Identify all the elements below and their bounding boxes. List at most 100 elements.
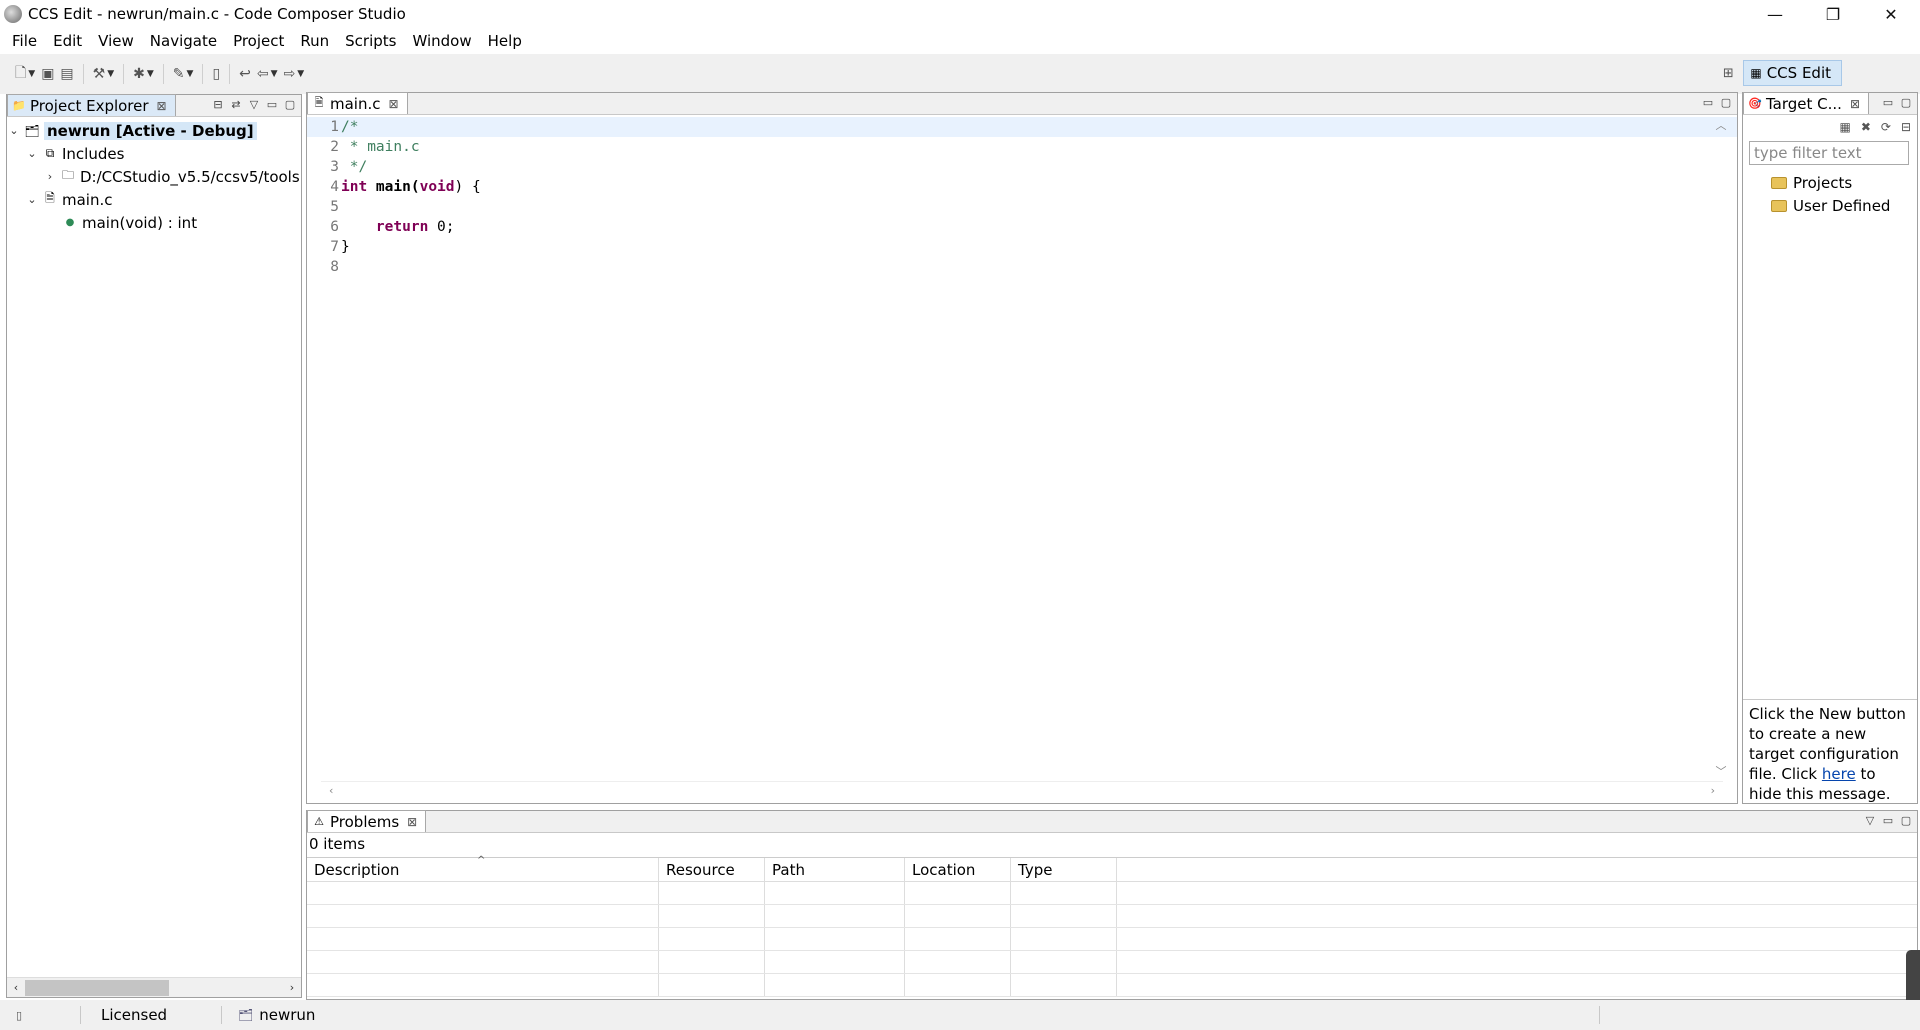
debug-dropdown-icon[interactable]: ▼ bbox=[147, 69, 154, 79]
tab-main-c[interactable]: 🗎 main.c ⊠ bbox=[307, 92, 408, 114]
close-icon[interactable]: ⊠ bbox=[389, 97, 399, 111]
build-dropdown-icon[interactable]: ▼ bbox=[107, 69, 114, 79]
code-line[interactable]: 4 int main(void) { bbox=[307, 177, 1737, 197]
menu-file[interactable]: File bbox=[4, 28, 45, 54]
new-button[interactable]: 🗋 ▼ bbox=[12, 62, 38, 86]
close-icon[interactable]: ⊠ bbox=[407, 815, 417, 829]
function-name: main( bbox=[367, 179, 420, 195]
collapse-all-icon[interactable]: ⊟ bbox=[1901, 120, 1911, 134]
code-line[interactable]: 5 bbox=[307, 197, 1737, 217]
fast-view-icon[interactable]: ▯ bbox=[16, 1008, 30, 1022]
last-edit-button[interactable]: ↩ bbox=[236, 62, 254, 86]
problems-table: Description ^ Resource Path Location Type bbox=[307, 855, 1917, 999]
scroll-right-icon[interactable]: › bbox=[283, 981, 301, 994]
new-dropdown-icon[interactable]: ▼ bbox=[28, 69, 35, 79]
code-line[interactable]: 2 * main.c bbox=[307, 137, 1737, 157]
code-line[interactable]: 6 return 0; bbox=[307, 217, 1737, 237]
link-icon[interactable]: ⟳ bbox=[1881, 120, 1891, 134]
maximize-icon[interactable]: ▢ bbox=[1899, 813, 1913, 827]
scroll-up-icon[interactable]: ︿ bbox=[1716, 117, 1727, 133]
code-line[interactable]: 8 bbox=[307, 257, 1737, 277]
tree-item-projects[interactable]: Projects bbox=[1743, 171, 1917, 194]
chevron-down-icon[interactable]: ⌄ bbox=[25, 147, 39, 160]
link-editor-icon[interactable]: ⇄ bbox=[229, 97, 243, 111]
column-resource[interactable]: Resource bbox=[659, 858, 765, 881]
toggle-block-button[interactable]: ▯ bbox=[209, 62, 223, 86]
code-editor[interactable]: 1/* 2 * main.c 3 */ 4 int main(void) { 5 … bbox=[307, 117, 1737, 779]
horizontal-scrollbar[interactable]: ‹ › bbox=[7, 977, 301, 997]
chevron-right-icon[interactable]: › bbox=[43, 170, 57, 183]
menu-edit[interactable]: Edit bbox=[45, 28, 90, 54]
menu-view[interactable]: View bbox=[90, 28, 142, 54]
menu-window[interactable]: Window bbox=[404, 28, 479, 54]
column-type[interactable]: Type bbox=[1011, 858, 1117, 881]
tree-item-include-path[interactable]: › 🗀 D:/CCStudio_v5.5/ccsv5/tools bbox=[7, 165, 301, 188]
flash-button[interactable]: ✎ ▼ bbox=[170, 62, 197, 86]
menu-run[interactable]: Run bbox=[292, 28, 337, 54]
menu-help[interactable]: Help bbox=[480, 28, 530, 54]
build-button[interactable]: ⚒ ▼ bbox=[90, 62, 117, 86]
close-icon[interactable]: ⊠ bbox=[157, 99, 167, 113]
tree-item-includes[interactable]: ⌄ ⧉ Includes bbox=[7, 142, 301, 165]
tab-project-explorer[interactable]: 📁 Project Explorer ⊠ bbox=[7, 94, 176, 116]
menu-bar: File Edit View Navigate Project Run Scri… bbox=[0, 28, 1920, 54]
maximize-icon[interactable]: ▢ bbox=[1899, 95, 1913, 109]
collapse-all-icon[interactable]: ⊟ bbox=[211, 97, 225, 111]
debug-button[interactable]: ✱ ▼ bbox=[130, 62, 157, 86]
flash-dropdown-icon[interactable]: ▼ bbox=[187, 69, 194, 79]
code-line[interactable]: 3 */ bbox=[307, 157, 1737, 177]
forward-dropdown-icon[interactable]: ▼ bbox=[297, 69, 304, 79]
scroll-thumb[interactable] bbox=[25, 979, 169, 996]
vertical-scrollbar[interactable]: ︿ ﹀ bbox=[1711, 117, 1731, 779]
tree-item-project[interactable]: ⌄ 🗂 newrun [Active - Debug] bbox=[7, 119, 301, 142]
back-button[interactable]: ⇦ ▼ bbox=[254, 62, 281, 86]
minimize-icon[interactable]: ▭ bbox=[1701, 95, 1715, 109]
tree-item-function[interactable]: ● main(void) : int bbox=[7, 211, 301, 234]
back-dropdown-icon[interactable]: ▼ bbox=[271, 69, 278, 79]
save-all-button[interactable]: ▤ bbox=[57, 62, 76, 86]
menu-scripts[interactable]: Scripts bbox=[337, 28, 404, 54]
minimize-button[interactable]: — bbox=[1746, 0, 1804, 28]
hide-message-link[interactable]: here bbox=[1822, 765, 1856, 783]
view-menu-icon[interactable]: ▽ bbox=[1863, 813, 1877, 827]
minimize-icon[interactable]: ▭ bbox=[1881, 95, 1895, 109]
maximize-icon[interactable]: ▢ bbox=[283, 97, 297, 111]
scroll-left-icon[interactable]: ‹ bbox=[7, 981, 25, 994]
scroll-left-icon[interactable]: ‹ bbox=[329, 784, 333, 797]
save-button[interactable]: ▣ bbox=[38, 62, 57, 86]
forward-button[interactable]: ⇨ ▼ bbox=[281, 62, 308, 86]
minimize-icon[interactable]: ▭ bbox=[1881, 813, 1895, 827]
menu-navigate[interactable]: Navigate bbox=[142, 28, 225, 54]
tree-item-user-defined[interactable]: User Defined bbox=[1743, 194, 1917, 217]
tab-target-configurations[interactable]: 🎯 Target C... ⊠ bbox=[1743, 92, 1870, 114]
tab-problems[interactable]: ⚠ Problems ⊠ bbox=[307, 810, 427, 832]
restore-button[interactable]: ❐ bbox=[1804, 0, 1862, 28]
scroll-down-icon[interactable]: ﹀ bbox=[1716, 763, 1727, 779]
code-line[interactable]: 1/* bbox=[307, 117, 1737, 137]
minimize-icon[interactable]: ▭ bbox=[265, 97, 279, 111]
new-config-icon[interactable]: ▦ bbox=[1839, 120, 1850, 134]
block-icon: ▯ bbox=[212, 66, 221, 82]
filter-input[interactable] bbox=[1749, 141, 1909, 165]
scroll-right-icon[interactable]: › bbox=[1711, 784, 1715, 797]
chevron-down-icon[interactable]: ⌄ bbox=[25, 193, 39, 206]
horizontal-scrollbar[interactable]: ‹ › bbox=[321, 781, 1723, 799]
close-window-button[interactable]: ✕ bbox=[1862, 0, 1920, 28]
maximize-icon[interactable]: ▢ bbox=[1719, 95, 1733, 109]
table-row bbox=[307, 928, 1917, 951]
menu-project[interactable]: Project bbox=[225, 28, 292, 54]
window-title: CCS Edit - newrun/main.c - Code Composer… bbox=[28, 5, 406, 23]
view-menu-icon[interactable]: ▽ bbox=[247, 97, 261, 111]
column-path[interactable]: Path bbox=[765, 858, 905, 881]
code-line[interactable]: 7} bbox=[307, 237, 1737, 257]
column-location[interactable]: Location bbox=[905, 858, 1011, 881]
tree-item-main-c[interactable]: ⌄ 🗎 main.c bbox=[7, 188, 301, 211]
problems-icon: ⚠ bbox=[314, 815, 324, 828]
ccs-edit-perspective-button[interactable]: ▦ CCS Edit bbox=[1743, 60, 1842, 86]
close-icon[interactable]: ⊠ bbox=[1850, 97, 1860, 111]
delete-icon[interactable]: ✖ bbox=[1861, 120, 1871, 134]
open-perspective-icon[interactable]: ⊞ bbox=[1717, 62, 1739, 84]
column-description[interactable]: Description ^ bbox=[307, 855, 659, 881]
keyword: return bbox=[375, 219, 429, 235]
chevron-down-icon[interactable]: ⌄ bbox=[7, 124, 21, 137]
